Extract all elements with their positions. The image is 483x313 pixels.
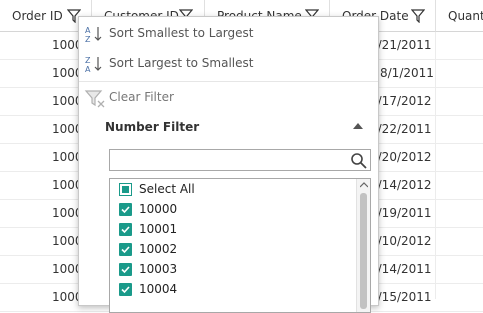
list-item-label: 10000 <box>139 202 178 216</box>
list-item[interactable]: 10002 <box>110 240 355 260</box>
list-item[interactable]: 10000 <box>110 200 355 220</box>
list-item[interactable]: 10004 <box>110 280 355 300</box>
filter-popup: A Z Sort Smallest to Largest Z A Sort La… <box>78 16 379 313</box>
clear-filter-label: Clear Filter <box>109 90 174 104</box>
filter-value-list: Select All 10000 10001 10002 10003 10004 <box>109 178 371 313</box>
svg-text:Z: Z <box>85 35 91 44</box>
clear-filter-icon <box>84 90 105 108</box>
order-date-cell: 4/15/2011 <box>370 290 432 304</box>
order-date-cell: 2/10/2012 <box>370 234 432 248</box>
sort-ascending-icon: A Z <box>85 26 102 44</box>
select-all-label: Select All <box>139 182 195 196</box>
sort-descending-icon: Z A <box>85 56 102 74</box>
checkbox[interactable] <box>119 223 132 236</box>
order-date-cell: 1/14/2011 <box>370 262 432 276</box>
svg-text:A: A <box>85 65 91 74</box>
order-date-cell: 5/22/2011 <box>370 122 432 136</box>
list-item-label: 10001 <box>139 222 178 236</box>
scroll-up-icon[interactable] <box>360 182 368 188</box>
sort-ascending-menu-item[interactable]: A Z Sort Smallest to Largest <box>79 21 378 47</box>
order-date-cell: 4/17/2012 <box>370 94 432 108</box>
filter-icon[interactable] <box>411 9 425 23</box>
select-all-item[interactable]: Select All <box>110 180 355 200</box>
svg-text:A: A <box>85 26 91 35</box>
scrollbar[interactable] <box>356 179 370 312</box>
select-all-checkbox[interactable] <box>119 183 132 196</box>
order-date-cell: 1/14/2012 <box>370 178 432 192</box>
list-item[interactable]: 10001 <box>110 220 355 240</box>
column-header-quantity[interactable]: Quanti <box>436 0 483 32</box>
checkbox[interactable] <box>119 203 132 216</box>
divider <box>79 81 378 82</box>
search-input[interactable] <box>109 149 371 171</box>
list-item-label: 10004 <box>139 282 178 296</box>
column-header-label: Quanti <box>448 9 483 23</box>
number-filter-heading: Number Filter <box>105 120 200 134</box>
list-item-label: 10003 <box>139 262 178 276</box>
order-date-cell: 5/19/2011 <box>370 206 432 220</box>
order-date-cell: 7/20/2012 <box>370 150 432 164</box>
list-item[interactable]: 10003 <box>110 260 355 280</box>
svg-text:Z: Z <box>85 56 91 65</box>
checkbox[interactable] <box>119 283 132 296</box>
order-date-cell: 8/1/2011 <box>380 66 434 80</box>
clear-filter-menu-item[interactable]: Clear Filter <box>79 85 378 111</box>
column-header-label: Order ID <box>12 9 63 23</box>
checkbox[interactable] <box>119 243 132 256</box>
sort-ascending-label: Sort Smallest to Largest <box>109 26 254 40</box>
order-date-cell: 6/21/2011 <box>370 38 432 52</box>
sort-descending-menu-item[interactable]: Z A Sort Largest to Smallest <box>79 51 378 77</box>
search-icon[interactable] <box>350 152 368 170</box>
collapse-arrow-icon[interactable] <box>353 123 363 129</box>
checkbox[interactable] <box>119 263 132 276</box>
list-item-label: 10002 <box>139 242 178 256</box>
scrollbar-thumb[interactable] <box>360 193 367 309</box>
sort-descending-label: Sort Largest to Smallest <box>109 56 254 70</box>
